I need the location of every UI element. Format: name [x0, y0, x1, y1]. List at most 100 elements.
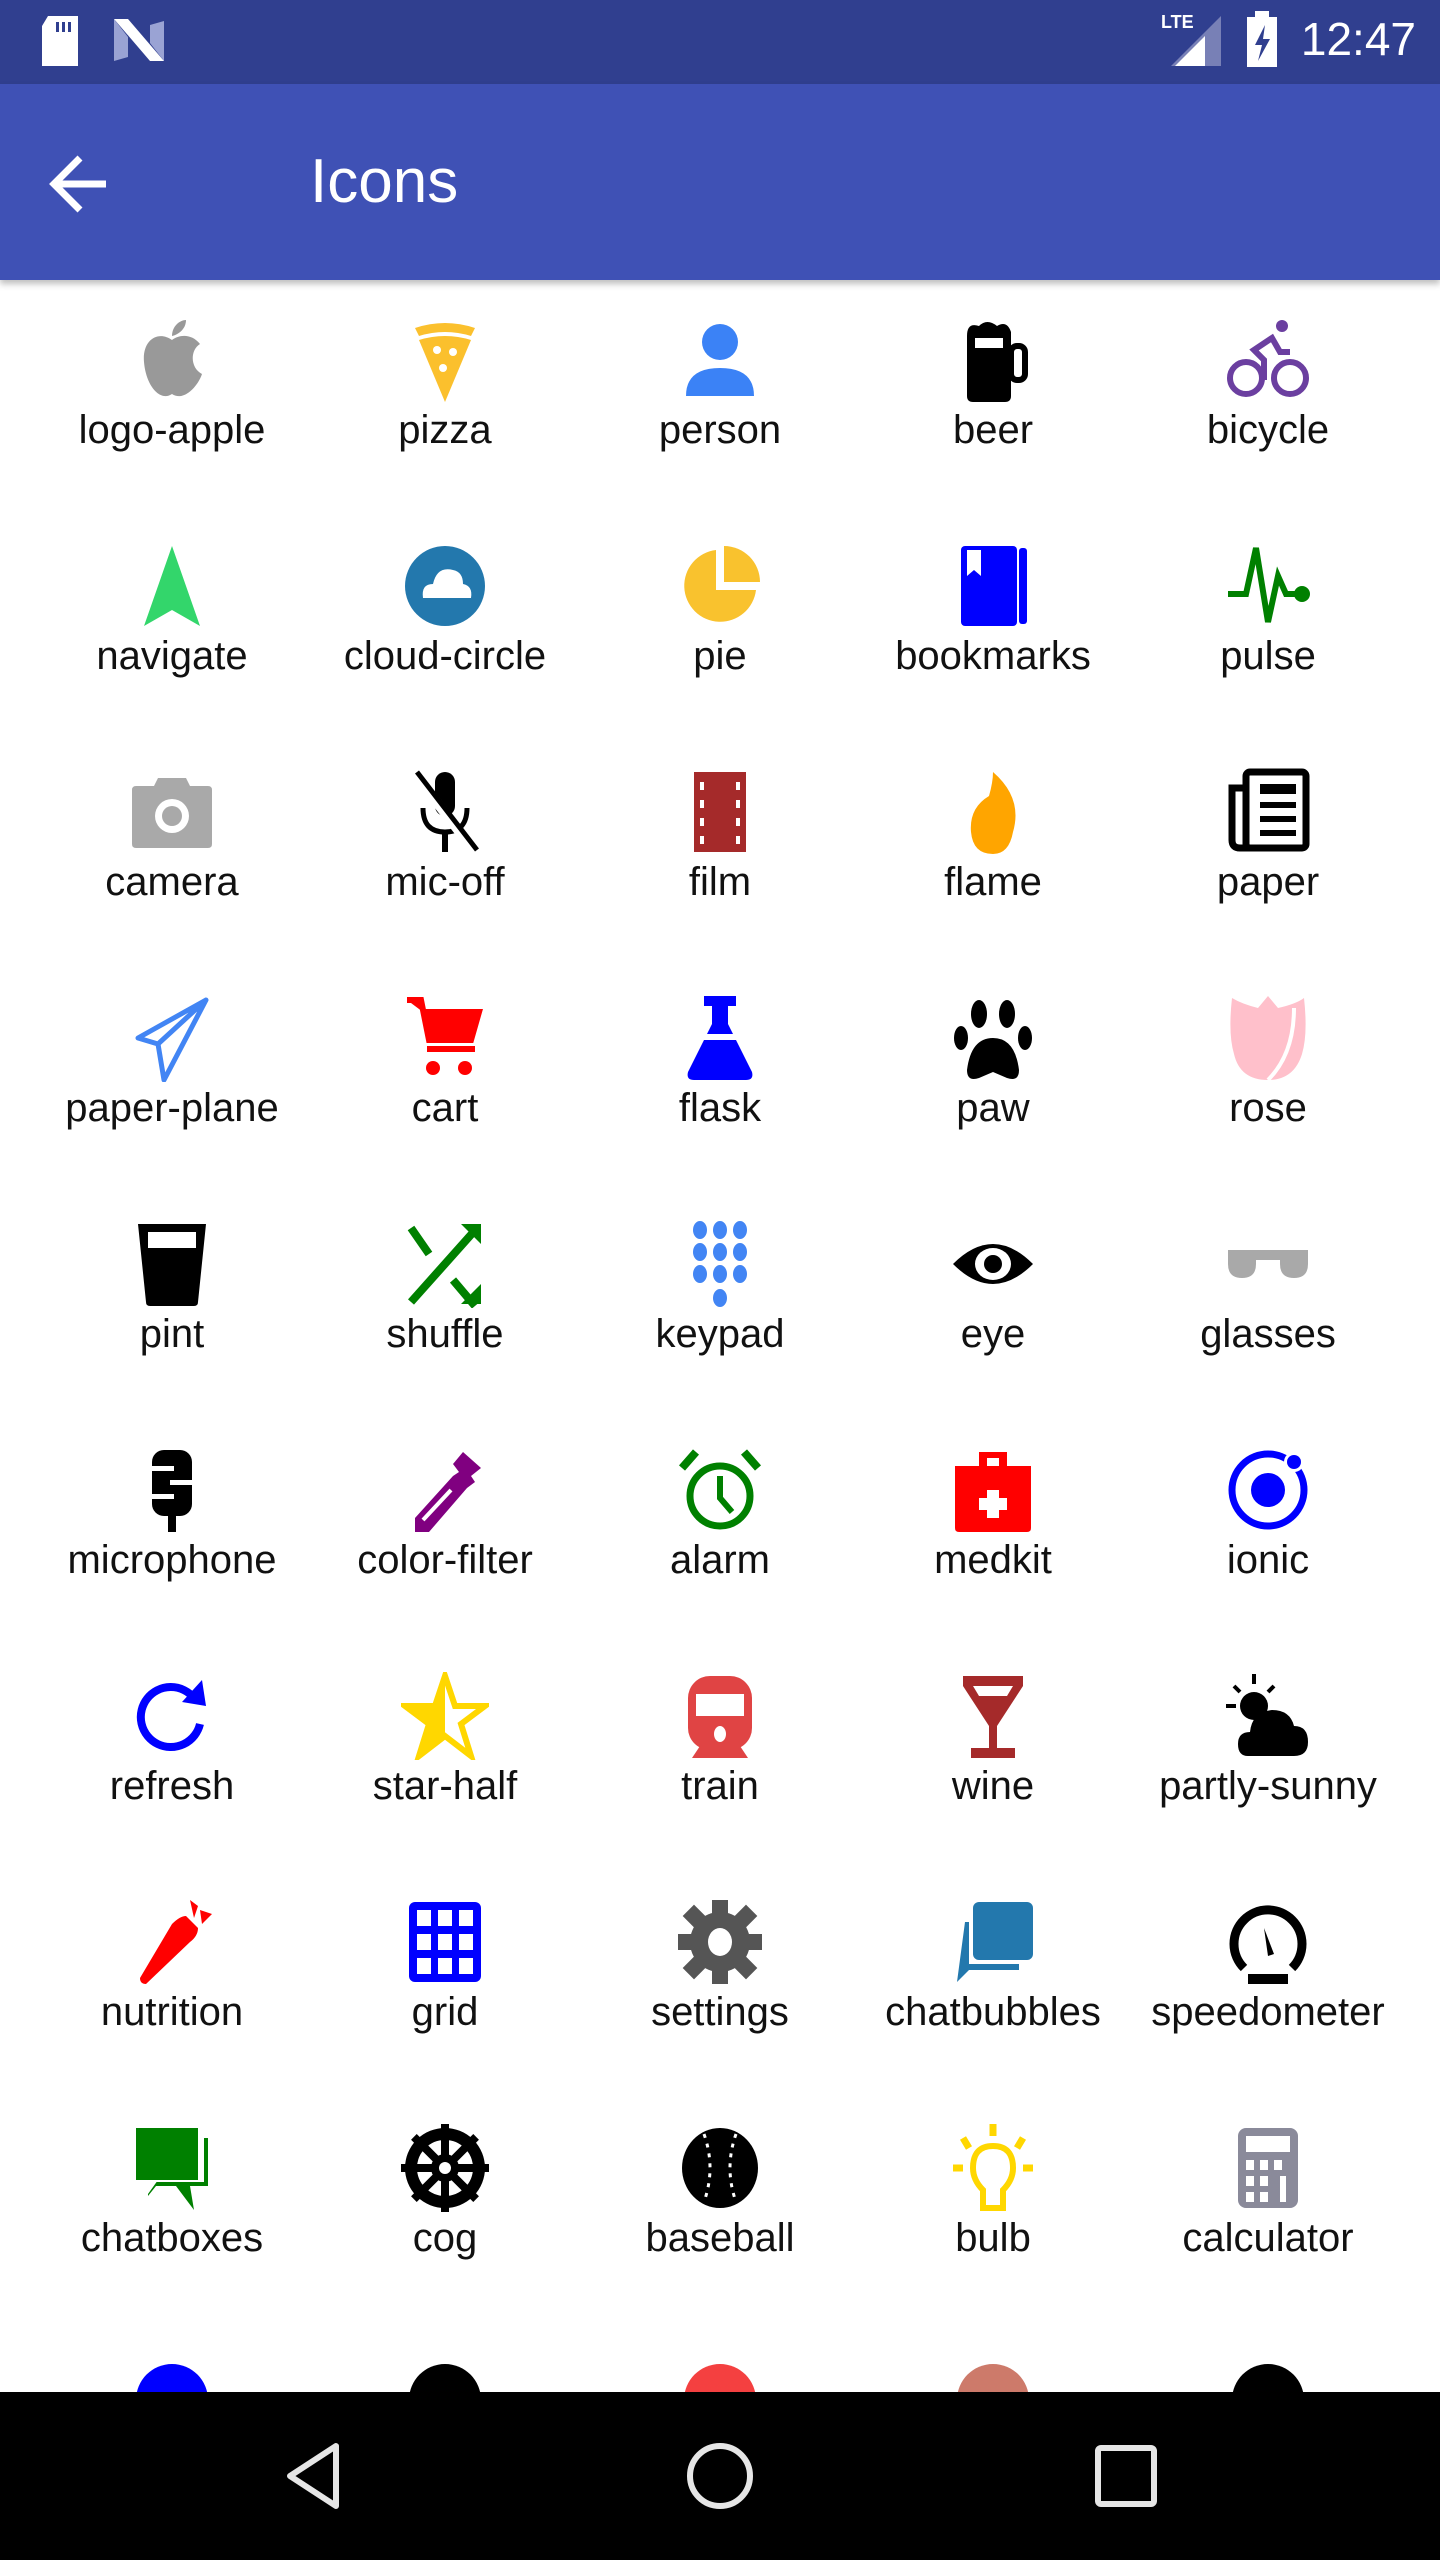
icon-grid-item[interactable]: glasses [1128, 1184, 1408, 1410]
paper-icon [1228, 768, 1310, 852]
icon-grid-item[interactable]: bulb [853, 2088, 1133, 2314]
grid-icon [409, 1902, 481, 1982]
icon-grid-item[interactable]: wine [853, 1636, 1133, 1862]
icon-label: flask [678, 1086, 762, 1130]
icon-grid-item[interactable]: star-half [305, 1636, 585, 1862]
icon-label: train [681, 1764, 759, 1808]
icon-grid-item[interactable]: camera [32, 732, 312, 958]
train-icon [688, 1676, 752, 1758]
icon-label: refresh [109, 1764, 235, 1808]
icon-grid-item[interactable]: logo-apple [32, 280, 312, 506]
icon-label: chatbubbles [885, 1990, 1101, 2034]
n-notification-icon [114, 19, 164, 61]
icon-grid-item[interactable]: grid [305, 1862, 585, 2088]
back-triangle-icon [287, 2443, 339, 2509]
icon-grid-item[interactable]: pulse [1128, 506, 1408, 732]
icon-label: settings [651, 1990, 789, 2034]
icon-grid-item[interactable]: pie [580, 506, 860, 732]
icon-label: logo-apple [78, 408, 266, 452]
icon-grid-item[interactable] [305, 2314, 585, 2392]
icon-grid-item[interactable]: baseball [580, 2088, 860, 2314]
lte-signal-icon: LTE [1161, 12, 1221, 66]
icon-label: baseball [645, 2216, 795, 2260]
icon-grid-item[interactable]: film [580, 732, 860, 958]
icon-grid-item[interactable] [1128, 2314, 1408, 2392]
icon-label: star-half [372, 1764, 518, 1808]
home-circle-icon [687, 2443, 753, 2509]
pizza-icon [415, 323, 475, 402]
flame-icon [970, 772, 1016, 854]
icon-grid-item[interactable]: medkit [853, 1410, 1133, 1636]
icon-grid-item[interactable]: person [580, 280, 860, 506]
icon-grid-item[interactable]: chatboxes [32, 2088, 312, 2314]
icon-grid-item[interactable]: rose [1128, 958, 1408, 1184]
bookmarks-icon [961, 546, 1027, 626]
icon-label: keypad [655, 1312, 785, 1356]
icon-grid-item[interactable]: paper-plane [32, 958, 312, 1184]
icon-grid-item[interactable]: speedometer [1128, 1862, 1408, 2088]
icon-grid-item[interactable]: train [580, 1636, 860, 1862]
icon-grid-item[interactable]: ionic [1128, 1410, 1408, 1636]
logo-apple-icon [143, 320, 202, 397]
chatboxes-icon [136, 2128, 208, 2210]
icon-grid-item[interactable]: paw [853, 958, 1133, 1184]
icon-grid-item[interactable] [32, 2314, 312, 2392]
icon-label: pizza [398, 408, 492, 452]
icon-label: bicycle [1206, 408, 1330, 452]
nav-home-button[interactable] [680, 2436, 760, 2516]
icon-grid-item[interactable]: cart [305, 958, 585, 1184]
icon-label: pulse [1220, 634, 1316, 678]
icon-grid-item[interactable]: cog [305, 2088, 585, 2314]
icon-grid-item[interactable]: keypad [580, 1184, 860, 1410]
person-icon [686, 324, 754, 396]
icon-label: cart [411, 1086, 479, 1130]
star-half-icon [401, 1672, 489, 1760]
icon-grid-item[interactable]: cloud-circle [305, 506, 585, 732]
icon-grid-item[interactable]: color-filter [305, 1410, 585, 1636]
icon-grid-item[interactable]: refresh [32, 1636, 312, 1862]
icon-grid-item[interactable]: shuffle [305, 1184, 585, 1410]
icon-label: bulb [955, 2216, 1031, 2260]
icon-grid-item[interactable]: flame [853, 732, 1133, 958]
icon-grid-item[interactable]: bookmarks [853, 506, 1133, 732]
flask-icon [687, 996, 753, 1080]
navigate-icon [144, 546, 200, 626]
icon-grid-item[interactable] [580, 2314, 860, 2392]
icon-grid-item[interactable]: microphone [32, 1410, 312, 1636]
icon-grid-item[interactable]: beer [853, 280, 1133, 506]
bulb-icon [953, 2124, 1033, 2211]
icon-grid-item[interactable] [853, 2314, 1133, 2392]
icon-grid-item[interactable]: settings [580, 1862, 860, 2088]
partial-icon [684, 2364, 756, 2392]
icon-grid-item[interactable]: partly-sunny [1128, 1636, 1408, 1862]
baseball-icon [682, 2128, 758, 2208]
pulse-icon [1228, 547, 1310, 623]
icon-label: glasses [1200, 1312, 1336, 1356]
icon-grid-item[interactable]: alarm [580, 1410, 860, 1636]
nav-recents-button[interactable] [1086, 2436, 1166, 2516]
back-button[interactable] [44, 152, 114, 216]
paper-plane-icon [135, 997, 209, 1082]
icon-grid-item[interactable]: eye [853, 1184, 1133, 1410]
nav-back-button[interactable] [276, 2436, 356, 2516]
icon-grid-item[interactable]: navigate [32, 506, 312, 732]
alarm-icon [678, 1449, 762, 1530]
icon-grid-item[interactable]: pint [32, 1184, 312, 1410]
cloud-circle-icon [405, 546, 485, 626]
icon-grid-item[interactable]: flask [580, 958, 860, 1184]
paw-icon [954, 1000, 1032, 1079]
icon-label: cloud-circle [343, 634, 547, 678]
recents-square-icon [1095, 2445, 1157, 2507]
icon-label: chatboxes [80, 2216, 264, 2260]
icon-grid-item[interactable]: mic-off [305, 732, 585, 958]
icon-grid-item[interactable]: calculator [1128, 2088, 1408, 2314]
icon-label: partly-sunny [1159, 1764, 1377, 1808]
icon-grid-item[interactable]: bicycle [1128, 280, 1408, 506]
icon-label: beer [952, 408, 1034, 452]
icon-grid-item[interactable]: pizza [305, 280, 585, 506]
icon-grid-item[interactable]: nutrition [32, 1862, 312, 2088]
icon-grid[interactable]: logo-apple pizza person beer bicycle navigate… [0, 280, 1440, 2392]
icon-grid-item[interactable]: paper [1128, 732, 1408, 958]
chatbubbles-icon [957, 1902, 1033, 1982]
icon-grid-item[interactable]: chatbubbles [853, 1862, 1133, 2088]
